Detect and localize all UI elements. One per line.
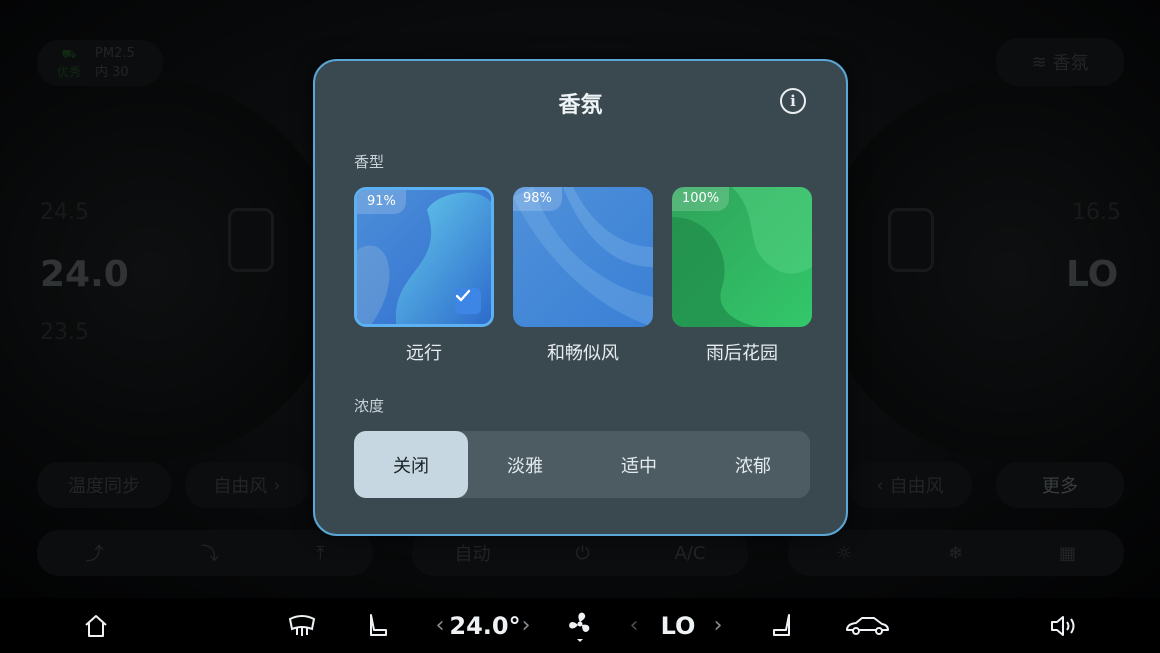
driver-temp-up-icon[interactable]: › bbox=[516, 598, 536, 653]
fragrance-dialog: 香氛 i 香型 91% 远行 98% 和畅似风 100% 雨后花园 浓度 关闭 … bbox=[313, 59, 848, 536]
home-icon[interactable] bbox=[80, 598, 112, 653]
scent-name: 雨后花园 bbox=[706, 343, 778, 364]
passenger-temp-down-icon[interactable]: ‹ bbox=[624, 598, 644, 653]
bottom-dock: ‹ 24.0° › ‹ LO › bbox=[0, 598, 1160, 653]
driver-temp-value[interactable]: 24.0° bbox=[449, 598, 520, 653]
passenger-seat-icon[interactable] bbox=[766, 598, 798, 653]
intensity-medium-option[interactable]: 适中 bbox=[582, 431, 696, 498]
dialog-title: 香氛 bbox=[558, 93, 603, 118]
fan-icon[interactable] bbox=[564, 598, 596, 653]
scent-card-hechangsifeng[interactable]: 98% bbox=[513, 187, 653, 327]
intensity-light-option[interactable]: 淡雅 bbox=[468, 431, 582, 498]
scent-type-heading: 香型 bbox=[354, 153, 385, 171]
info-icon[interactable]: i bbox=[780, 88, 806, 114]
scent-percent: 91% bbox=[357, 190, 406, 214]
scent-percent: 98% bbox=[513, 187, 562, 211]
passenger-temp-up-icon[interactable]: › bbox=[708, 598, 728, 653]
scent-percent: 100% bbox=[672, 187, 730, 211]
intensity-strong-option[interactable]: 浓郁 bbox=[696, 431, 810, 498]
passenger-temp-value[interactable]: LO bbox=[654, 598, 702, 653]
check-icon bbox=[455, 288, 481, 314]
scent-name: 和畅似风 bbox=[547, 343, 619, 364]
driver-seat-icon[interactable] bbox=[362, 598, 394, 653]
intensity-selector: 关闭 淡雅 适中 浓郁 bbox=[354, 431, 810, 498]
intensity-off-option[interactable]: 关闭 bbox=[354, 431, 468, 498]
scent-name: 远行 bbox=[406, 343, 442, 364]
driver-temp-down-icon[interactable]: ‹ bbox=[430, 598, 450, 653]
front-defrost-icon[interactable] bbox=[286, 598, 318, 653]
scent-card-yuanxing[interactable]: 91% bbox=[354, 187, 494, 327]
intensity-heading: 浓度 bbox=[354, 397, 385, 415]
vehicle-icon[interactable] bbox=[842, 598, 892, 653]
scent-card-yuhouhuayuan[interactable]: 100% bbox=[672, 187, 812, 327]
volume-icon[interactable] bbox=[1048, 598, 1080, 653]
